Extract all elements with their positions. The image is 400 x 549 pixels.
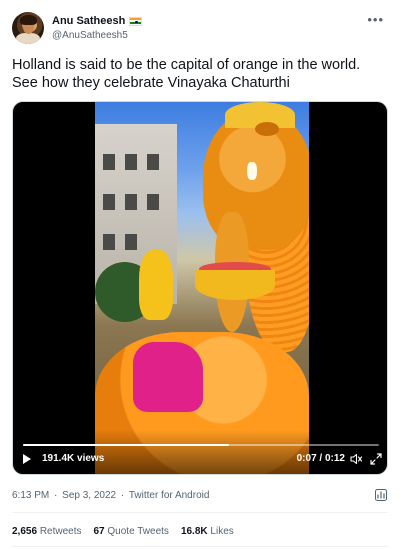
avatar-hair <box>20 15 37 25</box>
engagement-stats: 2,656 Retweets 67 Quote Tweets 16.8K Lik… <box>12 526 234 537</box>
bottom-divider <box>12 546 388 547</box>
volume-icon[interactable] <box>349 452 363 466</box>
video-controls: 191.4K views 0:07 / 0:12 <box>13 430 387 474</box>
video-progress-fill <box>23 444 230 446</box>
play-icon[interactable] <box>23 454 31 464</box>
likes-stat[interactable]: 16.8K Likes <box>181 526 234 537</box>
tweet-meta: 6:13 PM · Sep 3, 2022 · Twitter for Andr… <box>12 490 209 501</box>
avatar-body <box>16 33 40 44</box>
fullscreen-icon[interactable] <box>369 452 383 466</box>
india-flag-icon <box>129 16 143 26</box>
analytics-icon[interactable] <box>374 488 388 502</box>
tweet-time[interactable]: 6:13 PM <box>12 490 49 501</box>
lemon-sculpture-hand <box>139 250 173 320</box>
meta-separator: · <box>120 490 125 501</box>
pink-cloth <box>133 342 203 412</box>
tweet-text: Holland is said to be the capital of ora… <box>12 57 361 91</box>
tweet-header: Anu Satheesh @AnuSatheesh5 ••• <box>12 12 388 48</box>
tweet-date[interactable]: Sep 3, 2022 <box>62 490 116 501</box>
video-frame[interactable] <box>95 102 309 474</box>
name-line: Anu Satheesh <box>52 14 143 28</box>
video-progress-bar[interactable] <box>23 444 379 446</box>
orange-sculpture-eye <box>255 122 279 136</box>
video-time: 0:07 / 0:12 <box>296 453 345 464</box>
retweets-count: 2,656 <box>12 526 38 537</box>
tweet-card: Anu Satheesh @AnuSatheesh5 ••• Holland i… <box>0 0 400 549</box>
video-player[interactable]: 191.4K views 0:07 / 0:12 <box>12 101 388 475</box>
avatar[interactable] <box>12 12 44 44</box>
user-handle[interactable]: @AnuSatheesh5 <box>52 30 128 41</box>
quote-tweets-count: 67 <box>93 526 105 537</box>
view-count: 191.4K views <box>42 453 105 464</box>
quote-tweets-label: Quote Tweets <box>107 526 169 537</box>
tweet-source[interactable]: Twitter for Android <box>129 490 210 501</box>
retweets-label: Retweets <box>39 526 82 537</box>
display-name[interactable]: Anu Satheesh <box>52 15 125 27</box>
meta-separator: · <box>54 490 58 501</box>
sculpture-bowl <box>195 270 275 300</box>
quote-tweets-stat[interactable]: 67 Quote Tweets <box>94 526 169 537</box>
divider <box>12 512 388 513</box>
orange-sculpture-tusk <box>247 162 257 180</box>
retweets-stat[interactable]: 2,656 Retweets <box>12 526 82 537</box>
likes-count: 16.8K <box>180 526 208 537</box>
more-options-icon[interactable]: ••• <box>367 12 384 27</box>
likes-label: Likes <box>210 526 234 537</box>
